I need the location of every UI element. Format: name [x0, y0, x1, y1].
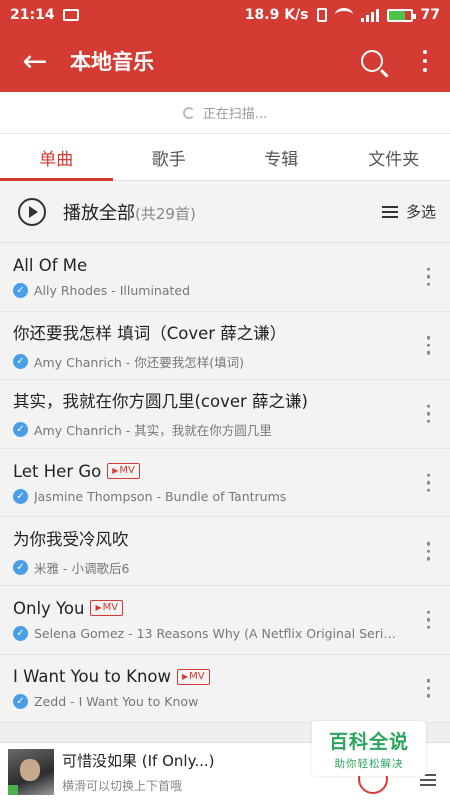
more-vertical-icon[interactable] [400, 30, 450, 92]
multi-select-button[interactable]: 多选 [381, 201, 436, 222]
song-title: All Of Me [13, 255, 88, 275]
tab-bar: 单曲 歌手 专辑 文件夹 [0, 134, 450, 181]
song-item[interactable]: Only You MV ✓ Selena Gomez - 13 Reasons Wh… [0, 585, 450, 655]
now-playing-title: 可惜没如果 (If Only...) [62, 751, 215, 770]
song-item[interactable]: I Want You to Know MV ✓ Zedd - I Want You … [0, 654, 450, 724]
message-icon [62, 9, 79, 21]
song-subtitle: Zedd - I Want You to Know [34, 694, 199, 710]
song-subtitle: Selena Gomez - 13 Reasons Why (A Netflix… [34, 625, 400, 641]
page-title: 本地音乐 [70, 50, 154, 74]
song-more-icon[interactable] [426, 541, 430, 561]
tab-folders[interactable]: 文件夹 [338, 134, 450, 180]
signal-icon [360, 8, 379, 22]
battery-icon [386, 8, 416, 22]
mv-badge[interactable]: MV [107, 463, 140, 480]
watermark-sub: 助你轻松解决 [334, 757, 404, 770]
player-info: 可惜没如果 (If Only...) 横滑可以切换上下首哦 [62, 750, 214, 794]
song-subtitle: Amy Chanrich - 其实，我就在你方圆几里 [34, 423, 272, 439]
song-item[interactable]: 你还要我怎样 填词（Cover 薛之谦） ✓ Amy Chanrich - 你还要… [0, 311, 450, 381]
app-bar: ← 本地音乐 [0, 30, 450, 92]
song-item[interactable]: 其实，我就在你方圆几里(cover 薛之谦) ✓ Amy Chanrich - 其… [0, 380, 450, 449]
network-speed: 18.9 K/s [244, 7, 309, 23]
song-title: 你还要我怎样 填词（Cover 薛之谦） [13, 323, 287, 343]
search-icon[interactable] [344, 30, 400, 92]
song-more-icon[interactable] [426, 679, 430, 698]
song-count: (共29首) [135, 204, 196, 223]
loading-spinner-icon [182, 106, 195, 119]
play-all-row[interactable]: 播放全部(共29首) 多选 [0, 181, 450, 243]
song-subtitle: Ally Rhodes - Illuminated [34, 282, 191, 298]
scan-text: 正在扫描... [202, 107, 268, 122]
wifi-icon [334, 8, 353, 22]
status-time: 21:14 [10, 7, 55, 23]
play-all-label: 播放全部(共29首) [63, 199, 196, 225]
album-cover[interactable] [8, 748, 54, 795]
back-arrow-icon[interactable]: ← [0, 30, 70, 92]
watermark-logo: 百科全说 助你轻松解决 [312, 721, 426, 776]
status-right: 18.9 K/s 77 [245, 7, 440, 23]
status-bar: 21:14 18.9 K/s 77 [0, 0, 450, 30]
play-all-text: 播放全部 [63, 202, 135, 224]
watermark-main: 百科全说 [328, 730, 409, 753]
battery-level: 77 [420, 7, 440, 23]
swipe-hint: 横滑可以切换上下首哦 [62, 778, 183, 793]
check-icon: ✓ [13, 694, 28, 710]
mv-badge[interactable]: MV [90, 600, 124, 617]
check-icon: ✓ [13, 559, 28, 575]
song-item[interactable]: 为你我受冷风吹 ✓ 米雅 - 小调歌后6 [0, 517, 450, 586]
scan-status: 正在扫描... [0, 92, 450, 134]
song-item[interactable]: Let Her Go MV ✓ Jasmine Thompson - Bundle … [0, 448, 450, 518]
song-title: I Want You to Know [13, 667, 172, 687]
check-icon: ✓ [13, 625, 28, 641]
vibrate-icon [316, 8, 327, 22]
song-title: Let Her Go [13, 461, 102, 481]
song-list: All Of Me ✓ Ally Rhodes - Illuminated 你还要… [0, 243, 450, 724]
song-item[interactable]: All Of Me ✓ Ally Rhodes - Illuminated [0, 243, 450, 312]
check-icon: ✓ [13, 488, 28, 504]
check-icon: ✓ [13, 282, 28, 298]
check-icon: ✓ [13, 353, 28, 369]
mv-badge[interactable]: MV [177, 668, 210, 685]
song-more-icon[interactable] [426, 610, 430, 630]
song-more-icon[interactable] [426, 267, 430, 287]
list-icon [381, 205, 398, 218]
play-circle-icon[interactable] [18, 197, 46, 226]
check-icon: ✓ [13, 422, 28, 438]
song-subtitle: Jasmine Thompson - Bundle of Tantrums [34, 488, 287, 504]
song-more-icon[interactable] [426, 473, 430, 492]
song-more-icon[interactable] [426, 336, 430, 355]
song-subtitle: 米雅 - 小调歌后6 [34, 560, 130, 576]
song-subtitle: Amy Chanrich - 你还要我怎样(填词) [34, 354, 244, 370]
tab-artists[interactable]: 歌手 [113, 134, 226, 180]
song-title: Only You [13, 598, 85, 618]
multi-select-label: 多选 [405, 203, 436, 221]
tab-albums[interactable]: 专辑 [225, 134, 338, 180]
song-title: 为你我受冷风吹 [13, 529, 129, 549]
song-more-icon[interactable] [426, 404, 430, 424]
song-title: 其实，我就在你方圆几里(cover 薛之谦) [13, 392, 308, 412]
tab-songs[interactable]: 单曲 [0, 134, 113, 181]
